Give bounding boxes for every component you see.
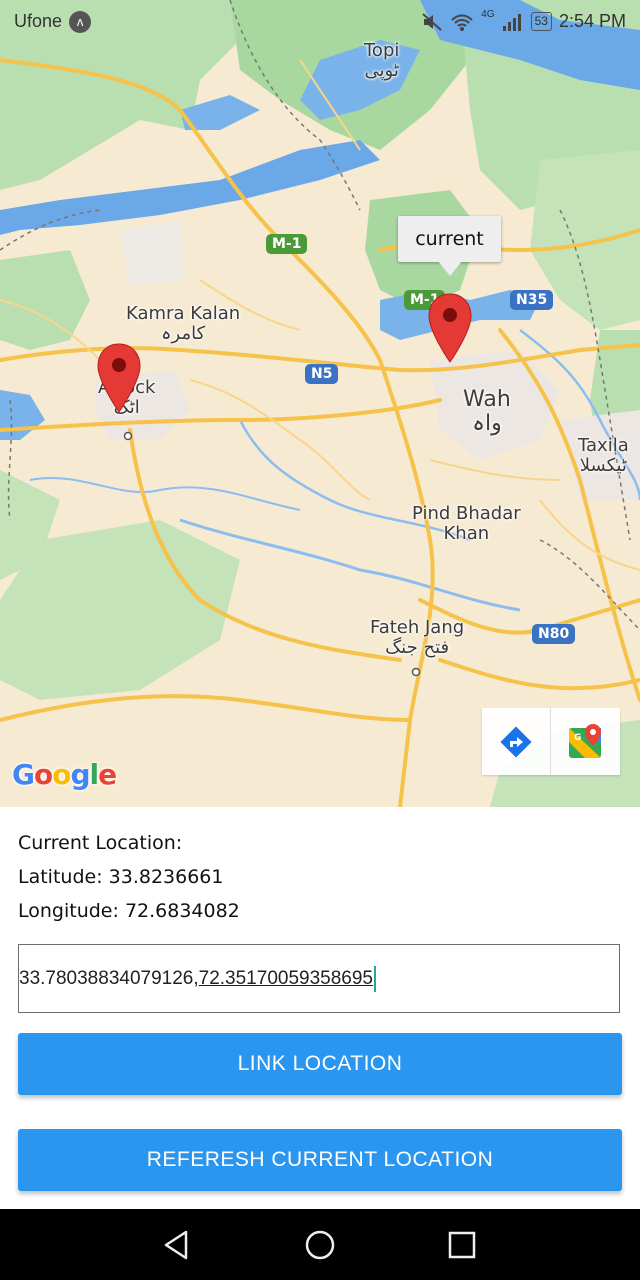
status-icons: 4G 53 2:54 PM: [421, 9, 626, 32]
place-fateh-jang: Fateh Jang فتح جنگ: [370, 617, 465, 658]
mute-icon: [422, 12, 442, 31]
town-dot: [411, 667, 421, 677]
longitude-text: Longitude: 72.6834082: [18, 900, 240, 922]
info-window-title: current: [415, 228, 484, 250]
back-icon[interactable]: [160, 1228, 194, 1262]
carrier-name: Ufone: [14, 11, 63, 31]
road-shield-n35: N35: [510, 290, 554, 310]
road-shield-n80: N80: [532, 624, 576, 644]
google-logo: Google: [12, 758, 117, 791]
navigation-bar: [0, 1209, 640, 1280]
status-bar: Ufone ʌ 4G 53 2:54 PM: [0, 0, 640, 44]
map-toolbar: G: [482, 708, 620, 775]
network-type: 4G: [481, 9, 495, 20]
place-pind-bhadar-khan: Pind Bhadar Khan: [412, 502, 521, 544]
place-wah: Wah واہ: [463, 387, 511, 437]
marker-info-window[interactable]: current: [398, 216, 501, 276]
clock: 2:54 PM: [558, 11, 626, 31]
link-location-label: LINK LOCATION: [237, 1052, 403, 1075]
road-shield-n5: N5: [305, 364, 339, 384]
refresh-location-label: REFERESH CURRENT LOCATION: [146, 1148, 494, 1171]
directions-icon: [500, 725, 532, 758]
carrier-badge-icon: ʌ: [69, 11, 92, 33]
coordinates-input-value-lat: 33.78038834079126,: [19, 967, 199, 989]
home-icon[interactable]: [303, 1228, 337, 1262]
place-kamra-kalan: Kamra Kalan کامرہ: [126, 303, 241, 344]
open-in-maps-button[interactable]: G: [550, 708, 619, 775]
link-location-button[interactable]: LINK LOCATION: [18, 1033, 622, 1095]
carrier: Ufone ʌ: [14, 11, 92, 33]
town-dot: [123, 431, 133, 441]
recents-icon[interactable]: [445, 1228, 479, 1262]
info-window-tail: [438, 261, 462, 276]
coordinates-input-value-lng: 72.35170059358695: [198, 967, 373, 989]
place-topi: Topi ٹوپی: [364, 40, 400, 81]
text-cursor: [374, 965, 376, 992]
place-taxila: Taxila ٹیکسلا: [578, 435, 629, 476]
signal-icon: [502, 13, 521, 31]
refresh-current-location-button[interactable]: REFERESH CURRENT LOCATION: [18, 1129, 622, 1191]
wifi-icon: [451, 14, 473, 31]
google-maps-icon: G: [569, 723, 601, 758]
latitude-text: Latitude: 33.8236661: [18, 866, 224, 888]
coordinates-input[interactable]: 33.78038834079126, 72.35170059358695: [18, 944, 620, 1013]
map-marker-pin-icon[interactable]: [96, 342, 142, 414]
current-location-heading: Current Location:: [18, 832, 183, 854]
svg-text:G: G: [574, 733, 581, 743]
road-shield-m1: M-1: [266, 234, 308, 254]
map-view[interactable]: Topiٹوپی Kamra Kalanکامرہ Attockاٹک Wahو…: [0, 0, 640, 807]
battery-icon: 53: [530, 12, 552, 31]
current-location-marker-icon[interactable]: [427, 292, 473, 364]
directions-button[interactable]: [482, 708, 550, 775]
